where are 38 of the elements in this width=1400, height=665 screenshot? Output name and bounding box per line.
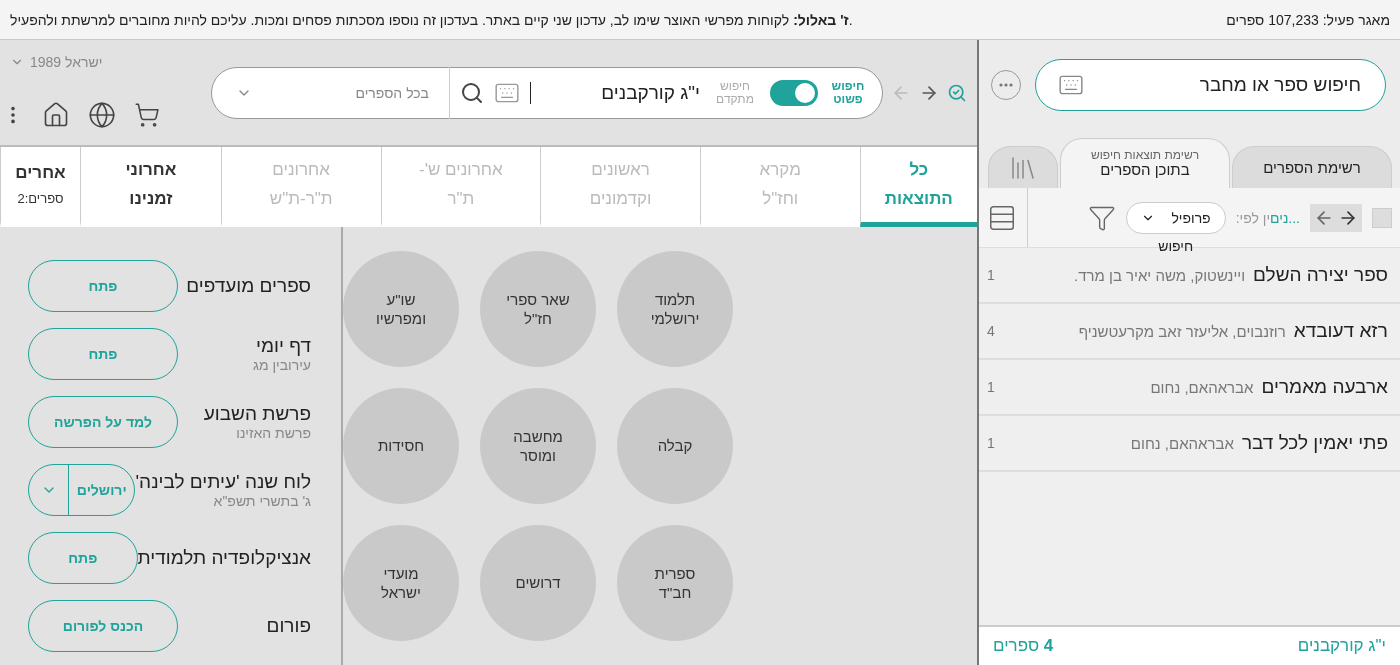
list-tab[interactable]: רשימת תוצאות חיפוש בתוכן הספרים [1060,138,1230,188]
sort-select[interactable]: פרופיל [1125,201,1226,234]
list-tab[interactable]: רשימת הספרים [1232,146,1392,188]
widget-title: פרשת השבוע [203,403,311,425]
search-mode-toggle[interactable] [770,79,818,106]
category-circle[interactable]: מחשבה ומוסר [480,388,596,504]
footer-query: י"ג קורקבנים [1297,636,1386,656]
widget-title: לוח שנה 'עיתים לבינה' [135,471,311,493]
cart-icon[interactable] [134,102,160,128]
simple-search-label: חיפוש פשוט [830,79,866,106]
announcement: .ז' באלול: לקוחות מפרשי האוצר שימו לב, עדכון שני קיים באתר. בעדכון זה נוספו מסכתות פסחים ומכות. עליכם להיות מחוברים למרשתת ולהפעיל [10,11,853,28]
checkbox[interactable] [1372,207,1392,228]
category-circle[interactable]: מועדי ישראל [343,525,459,641]
more-icon [999,83,1013,87]
category-circle[interactable]: ספרית חב"ד [617,525,733,641]
query-field[interactable]: י"ג קורקבנים [530,81,700,104]
widget-title: דף יומי [255,335,311,357]
widget-title: ספרים מועדפים [186,275,311,297]
scope-select[interactable]: בכל הספרים [226,67,439,118]
sort-label: ...ניםין לפי: [1235,208,1300,227]
widget-subtitle: פרשת האזינו [235,425,311,441]
category-circle[interactable]: שאר ספרי חז"ל [480,251,596,367]
category-circle[interactable]: חסידות [343,388,459,504]
globe-icon[interactable] [88,101,116,129]
advanced-search-label: חיפוש מתקדם [715,79,755,106]
category-circle[interactable]: שו"ע ומפרשיו [343,251,459,367]
active-database: מאגר פעיל: 107,233 ספרים [1226,11,1390,28]
home-icon[interactable] [42,101,70,129]
search-icon[interactable] [460,80,484,105]
widget-subtitle: ג' בתשרי תשפ"א [212,493,311,509]
category-circle[interactable]: דרושים [480,525,596,641]
category-circle[interactable]: קבלה [617,388,733,504]
widget-title: אנציקלופדיה תלמודית [137,547,311,569]
category-circle[interactable]: תלמוד ירושלמי [617,251,733,367]
widget-subtitle: עירובין מג [253,357,311,373]
widget-title: פורום [266,615,311,637]
book-search-input[interactable]: חיפוש ספר או מחבר [1084,73,1363,97]
book-search-field[interactable]: חיפוש ספר או מחבר [1035,59,1386,111]
